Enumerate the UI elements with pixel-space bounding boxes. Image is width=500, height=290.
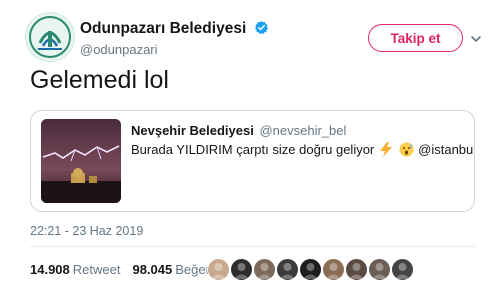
- chevron-down-icon[interactable]: [469, 32, 483, 46]
- liker-avatar-icon[interactable]: [322, 258, 345, 281]
- quoted-tweet-card[interactable]: Nevşehir Belediyesi @nevsehir_bel Burada…: [30, 110, 475, 212]
- surprised-face-emoji-icon: [399, 142, 414, 160]
- liker-avatar-icon[interactable]: [368, 258, 391, 281]
- quoted-tweet-text: Burada YILDIRIM çarptı size doğru geliyo…: [131, 142, 474, 160]
- author-info[interactable]: Odunpazarı Belediyesi @odunpazari: [80, 20, 269, 57]
- liker-avatar-icon[interactable]: [299, 258, 322, 281]
- tweet-stats: 14.908 Retweet 98.045 Beğeni: [30, 262, 228, 277]
- tweet-timestamp[interactable]: 22:21 - 23 Haz 2019: [30, 224, 143, 238]
- liker-avatar-icon[interactable]: [391, 258, 414, 281]
- municipality-logo-icon[interactable]: [25, 12, 75, 62]
- retweet-label[interactable]: Retweet: [73, 262, 121, 277]
- tweet-text: Gelemedi lol: [30, 66, 169, 94]
- quoted-author-handle[interactable]: @nevsehir_bel: [259, 123, 346, 138]
- quoted-author-name[interactable]: Nevşehir Belediyesi: [131, 123, 254, 138]
- liker-avatar-icon[interactable]: [207, 258, 230, 281]
- liker-avatar-icon[interactable]: [253, 258, 276, 281]
- retweet-count[interactable]: 14.908: [30, 262, 70, 277]
- quoted-text-body: Burada YILDIRIM çarptı size doğru geliyo…: [131, 142, 375, 157]
- tweet-header: Odunpazarı Belediyesi @odunpazari Takip …: [25, 12, 485, 62]
- lightning-photo-icon[interactable]: [41, 119, 121, 203]
- liker-avatar-icon[interactable]: [230, 258, 253, 281]
- lightning-emoji-icon: [379, 142, 393, 160]
- follow-button[interactable]: Takip et: [368, 24, 463, 52]
- quoted-mention-link[interactable]: @istanbulbld: [418, 142, 474, 157]
- like-count[interactable]: 98.045: [132, 262, 172, 277]
- divider: [30, 246, 475, 247]
- quoted-author[interactable]: Nevşehir Belediyesi @nevsehir_bel: [131, 123, 346, 138]
- author-handle[interactable]: @odunpazari: [80, 42, 269, 57]
- liker-avatar-icon[interactable]: [345, 258, 368, 281]
- author-display-name[interactable]: Odunpazarı Belediyesi: [80, 20, 246, 37]
- verified-badge-icon: [254, 20, 269, 40]
- liker-avatar-icon[interactable]: [276, 258, 299, 281]
